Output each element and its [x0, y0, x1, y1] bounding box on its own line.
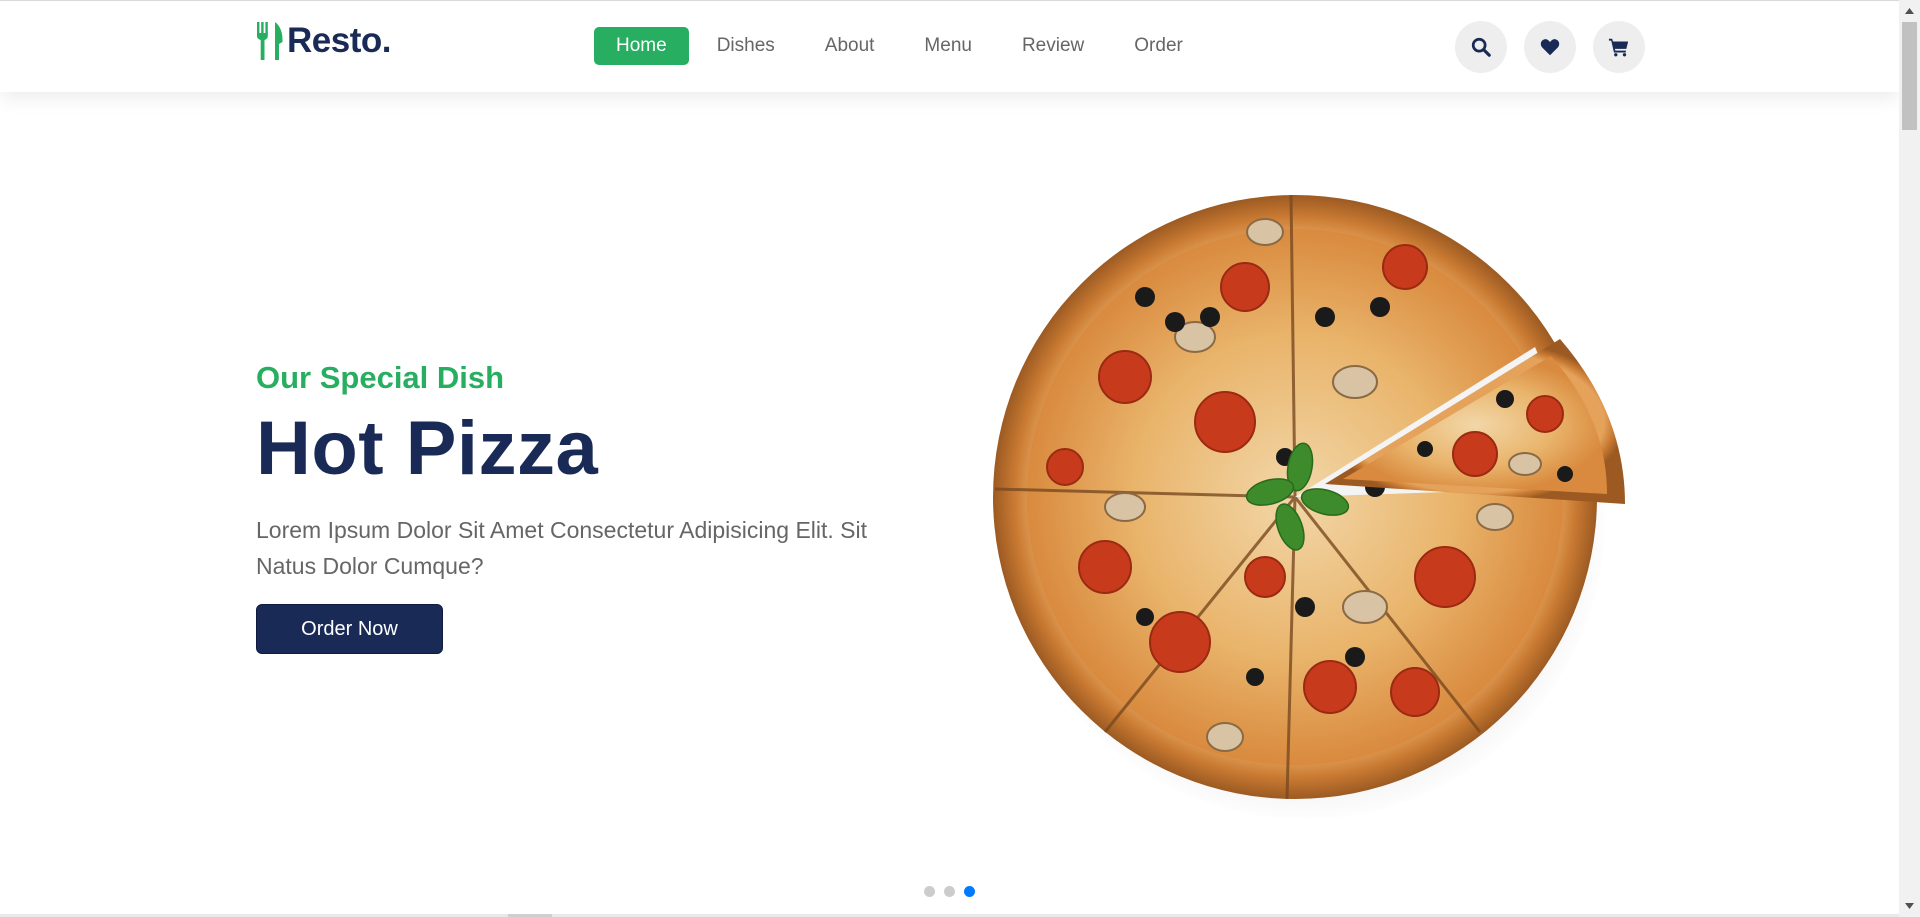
nav-menu[interactable]: Menu	[902, 27, 994, 65]
search-button[interactable]	[1455, 21, 1507, 73]
brand-name: Resto.	[287, 21, 391, 60]
utensils-icon	[257, 22, 283, 60]
vertical-scrollbar[interactable]	[1899, 0, 1920, 917]
order-now-button[interactable]: Order Now	[256, 604, 443, 654]
scroll-thumb[interactable]	[1902, 22, 1917, 130]
nav-dishes[interactable]: Dishes	[695, 27, 797, 65]
carousel-dot-3[interactable]	[964, 886, 975, 897]
scroll-up-icon[interactable]	[1899, 2, 1920, 20]
cart-icon	[1608, 38, 1629, 57]
hero-title: Hot Pizza	[256, 406, 599, 491]
hero-image-pizza	[985, 179, 1640, 819]
hero-description: Lorem Ipsum Dolor Sit Amet Consectetur A…	[256, 517, 868, 579]
scroll-down-icon[interactable]	[1899, 897, 1920, 915]
nav-order[interactable]: Order	[1112, 27, 1205, 65]
heart-icon	[1540, 39, 1560, 56]
header-actions	[1455, 21, 1645, 73]
nav-review[interactable]: Review	[1000, 27, 1106, 65]
carousel-dot-1[interactable]	[924, 886, 935, 897]
page: Resto. Home Dishes About Menu Review Ord…	[0, 0, 1899, 917]
favorites-button[interactable]	[1524, 21, 1576, 73]
carousel-dot-2[interactable]	[944, 886, 955, 897]
pizza-illustration	[993, 194, 1625, 800]
hero-subtitle: Our Special Dish	[256, 360, 505, 395]
site-header: Resto. Home Dishes About Menu Review Ord…	[0, 1, 1899, 92]
search-icon	[1471, 37, 1491, 57]
nav-home[interactable]: Home	[594, 27, 689, 65]
logo[interactable]: Resto.	[255, 21, 391, 61]
main-nav: Home Dishes About Menu Review Order	[594, 27, 1211, 65]
carousel-pagination	[924, 886, 975, 897]
hero-section: Our Special Dish Hot Pizza Lorem Ipsum D…	[256, 356, 956, 654]
cart-button[interactable]	[1593, 21, 1645, 73]
nav-about[interactable]: About	[803, 27, 897, 65]
